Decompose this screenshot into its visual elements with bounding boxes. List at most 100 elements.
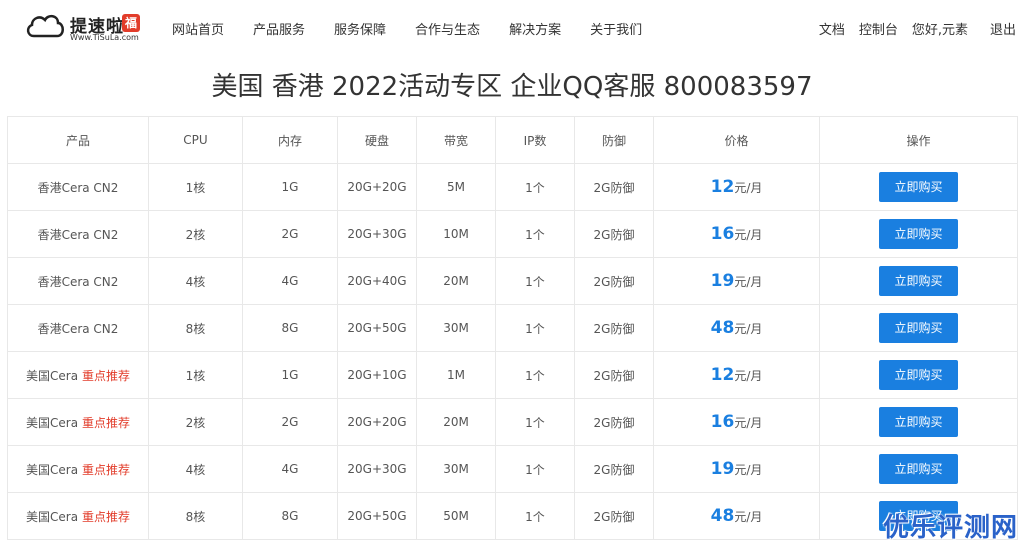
cell-disk: 20G+20G xyxy=(337,163,417,211)
price-value: 48 xyxy=(710,318,735,338)
cell-cpu: 2核 xyxy=(148,210,243,258)
cell-product: 香港Cera CN2 xyxy=(7,210,149,258)
cell-disk: 20G+50G xyxy=(337,304,417,352)
cell-ram: 2G xyxy=(242,398,338,446)
cell-action: 立即购买 xyxy=(819,398,1018,446)
cell-bandwidth: 10M xyxy=(416,210,496,258)
header-disk: 硬盘 xyxy=(337,116,417,164)
main-nav: 网站首页 产品服务 服务保障 合作与生态 解决方案 关于我们 xyxy=(172,19,671,38)
nav-console[interactable]: 控制台 xyxy=(859,19,898,38)
user-greeting[interactable]: 您好,元素 xyxy=(912,19,968,38)
cell-product: 香港Cera CN2 xyxy=(7,304,149,352)
cell-defense: 2G防御 xyxy=(574,492,654,540)
cell-cpu: 8核 xyxy=(148,304,243,352)
cell-bandwidth: 1M xyxy=(416,351,496,399)
cell-price: 48元/月 xyxy=(653,492,820,540)
nav-partners[interactable]: 合作与生态 xyxy=(415,19,480,38)
cell-product: 美国Cera 重点推荐 xyxy=(7,445,149,493)
cell-cpu: 8核 xyxy=(148,492,243,540)
table-row: 美国Cera 重点推荐 8核 8G 20G+50G 50M 1个 2G防御 48元/月 立即购买 xyxy=(7,492,1018,540)
cell-price: 12元/月 xyxy=(653,351,820,399)
cell-ip: 1个 xyxy=(495,257,575,305)
price-unit: 元/月 xyxy=(734,228,763,242)
cell-disk: 20G+30G xyxy=(337,445,417,493)
cell-defense: 2G防御 xyxy=(574,257,654,305)
header-price: 价格 xyxy=(653,116,820,164)
cell-bandwidth: 20M xyxy=(416,398,496,446)
product-name: 美国Cera xyxy=(26,415,79,430)
buy-now-button[interactable]: 立即购买 xyxy=(879,454,958,484)
cell-ip: 1个 xyxy=(495,492,575,540)
price-unit: 元/月 xyxy=(734,369,763,383)
cell-price: 48元/月 xyxy=(653,304,820,352)
cell-defense: 2G防御 xyxy=(574,304,654,352)
cell-ram: 8G xyxy=(242,492,338,540)
recommend-badge: 重点推荐 xyxy=(81,462,130,477)
cell-action: 立即购买 xyxy=(819,351,1018,399)
product-name: 香港Cera CN2 xyxy=(37,180,119,195)
logout-link[interactable]: 退出 xyxy=(990,19,1016,38)
site-logo[interactable]: 提速啦 福 Www.TiSuLa.com xyxy=(24,8,144,46)
cell-disk: 20G+40G xyxy=(337,257,417,305)
cell-ram: 8G xyxy=(242,304,338,352)
cell-ip: 1个 xyxy=(495,351,575,399)
header-defense: 防御 xyxy=(574,116,654,164)
cell-action: 立即购买 xyxy=(819,445,1018,493)
cell-ram: 1G xyxy=(242,163,338,211)
nav-solutions[interactable]: 解决方案 xyxy=(509,19,561,38)
cloud-logo-icon xyxy=(26,14,64,38)
nav-about[interactable]: 关于我们 xyxy=(590,19,642,38)
buy-now-button[interactable]: 立即购买 xyxy=(879,219,958,249)
cell-price: 16元/月 xyxy=(653,210,820,258)
header-action: 操作 xyxy=(819,116,1018,164)
table-row: 美国Cera 重点推荐 1核 1G 20G+10G 1M 1个 2G防御 12元/月 立即购买 xyxy=(7,351,1018,399)
cell-ram: 1G xyxy=(242,351,338,399)
cell-cpu: 1核 xyxy=(148,163,243,211)
cell-defense: 2G防御 xyxy=(574,351,654,399)
user-nav: 文档 控制台 您好,元素 退出 xyxy=(805,19,1016,38)
table-row: 美国Cera 重点推荐 4核 4G 20G+30G 30M 1个 2G防御 19元/月 立即购买 xyxy=(7,445,1018,493)
price-unit: 元/月 xyxy=(734,416,763,430)
buy-now-button[interactable]: 立即购买 xyxy=(879,172,958,202)
product-name: 美国Cera xyxy=(26,368,79,383)
recommend-badge: 重点推荐 xyxy=(81,509,130,524)
cell-ip: 1个 xyxy=(495,163,575,211)
nav-home[interactable]: 网站首页 xyxy=(172,19,224,38)
cell-bandwidth: 5M xyxy=(416,163,496,211)
buy-now-button[interactable]: 立即购买 xyxy=(879,407,958,437)
nav-service[interactable]: 服务保障 xyxy=(334,19,386,38)
cell-disk: 20G+50G xyxy=(337,492,417,540)
buy-now-button[interactable]: 立即购买 xyxy=(879,266,958,296)
cell-ram: 2G xyxy=(242,210,338,258)
header-ram: 内存 xyxy=(242,116,338,164)
cell-ip: 1个 xyxy=(495,398,575,446)
cell-price: 16元/月 xyxy=(653,398,820,446)
cell-bandwidth: 50M xyxy=(416,492,496,540)
cell-action: 立即购买 xyxy=(819,304,1018,352)
cell-product: 香港Cera CN2 xyxy=(7,257,149,305)
cell-defense: 2G防御 xyxy=(574,445,654,493)
cell-product: 美国Cera 重点推荐 xyxy=(7,492,149,540)
table-row: 香港Cera CN2 1核 1G 20G+20G 5M 1个 2G防御 12元/月 立即购买 xyxy=(7,163,1018,211)
buy-now-button[interactable]: 立即购买 xyxy=(879,313,958,343)
recommend-badge: 重点推荐 xyxy=(81,368,130,383)
cell-cpu: 4核 xyxy=(148,445,243,493)
cell-cpu: 4核 xyxy=(148,257,243,305)
nav-docs[interactable]: 文档 xyxy=(819,19,845,38)
header-product: 产品 xyxy=(7,116,149,164)
pricing-table-container: 产品 CPU 内存 硬盘 带宽 IP数 防御 价格 操作 香港Cera CN2 1… xyxy=(7,116,1018,540)
table-body: 香港Cera CN2 1核 1G 20G+20G 5M 1个 2G防御 12元/月 立即购买 香港… xyxy=(7,163,1018,540)
header-ip: IP数 xyxy=(495,116,575,164)
nav-products[interactable]: 产品服务 xyxy=(253,19,305,38)
cell-cpu: 1核 xyxy=(148,351,243,399)
watermark-text: 优乐评测网 xyxy=(882,513,1018,543)
price-unit: 元/月 xyxy=(734,463,763,477)
cell-ip: 1个 xyxy=(495,445,575,493)
logo-url: Www.TiSuLa.com xyxy=(70,33,139,42)
buy-now-button[interactable]: 立即购买 xyxy=(879,360,958,390)
product-name: 香港Cera CN2 xyxy=(37,227,119,242)
header-cpu: CPU xyxy=(148,116,243,164)
cell-product: 美国Cera 重点推荐 xyxy=(7,351,149,399)
cell-bandwidth: 20M xyxy=(416,257,496,305)
cell-action: 立即购买 xyxy=(819,163,1018,211)
